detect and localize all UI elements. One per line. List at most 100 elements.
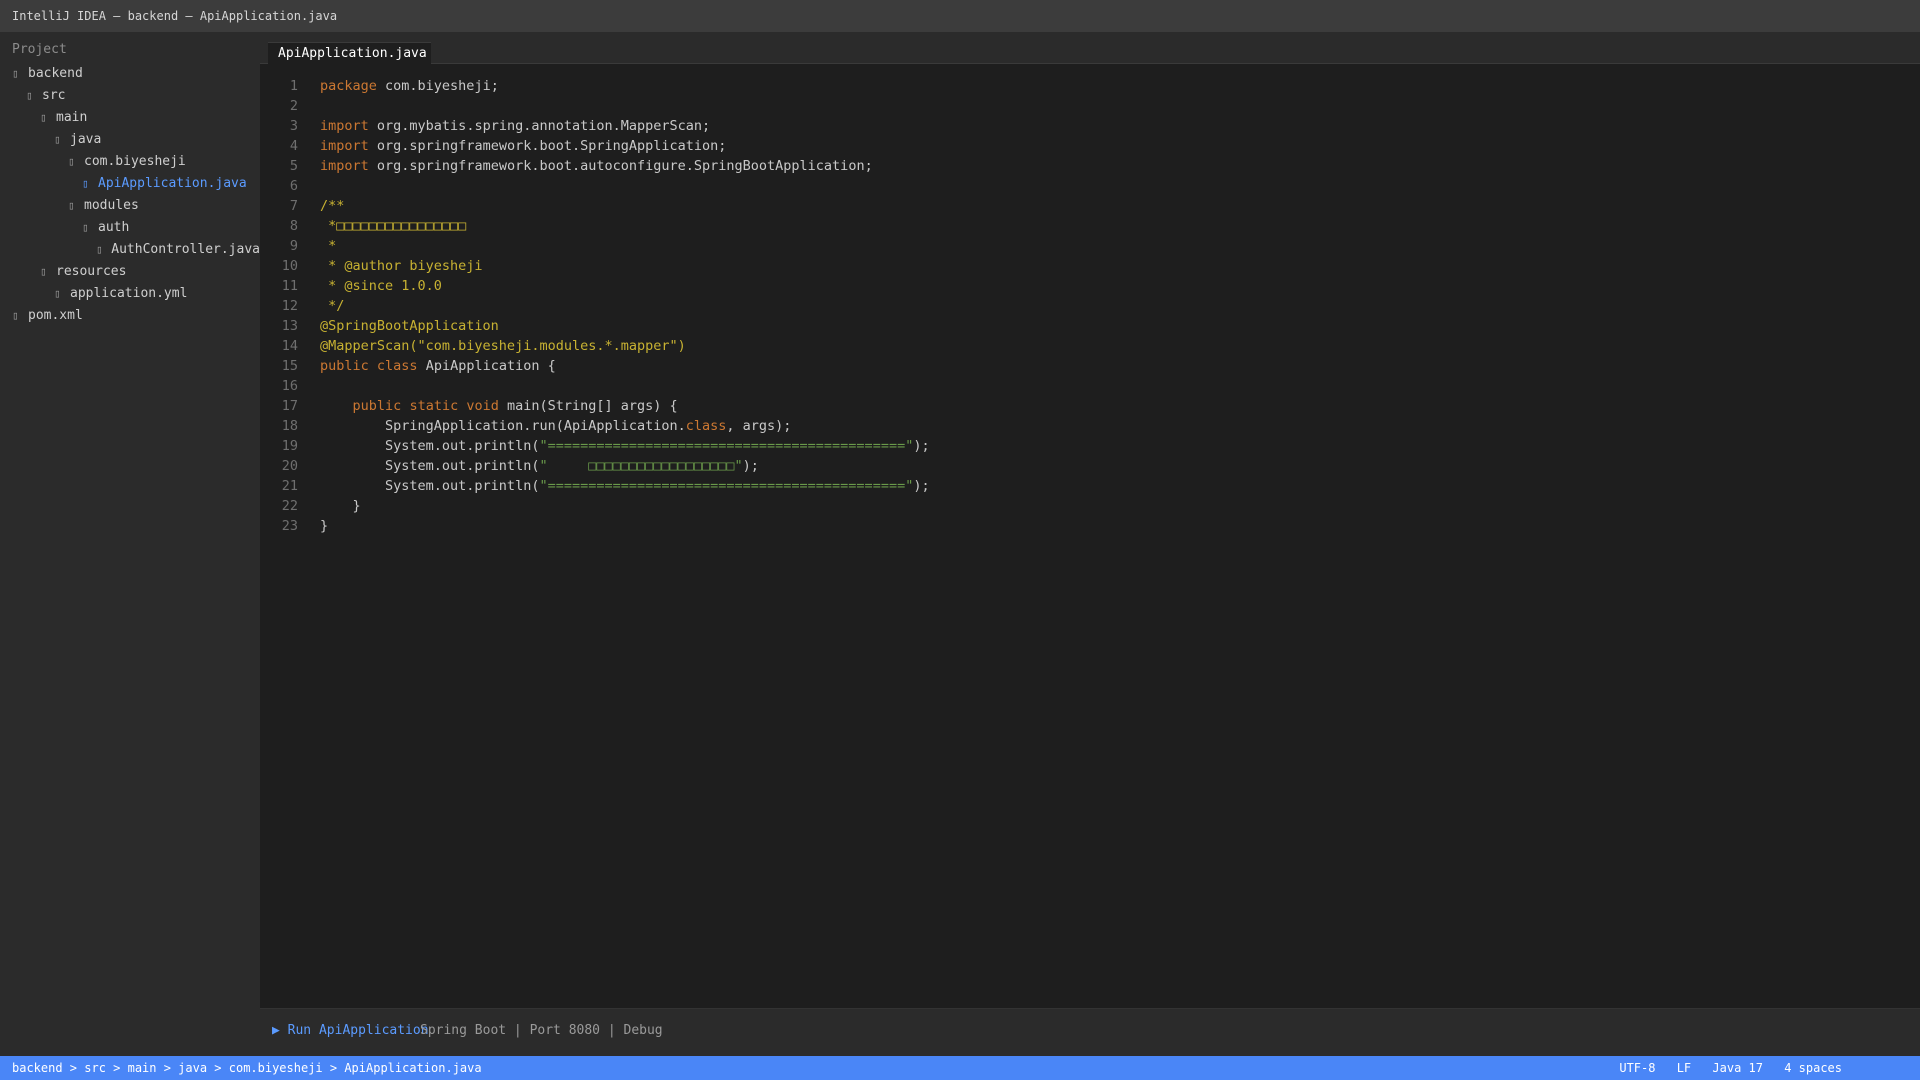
- line-content: System.out.println(" □□□□□□□□□□□□□□□□□□"…: [298, 456, 759, 476]
- code-token: System.out.println(: [320, 478, 540, 494]
- code-line[interactable]: 13 @SpringBootApplication: [260, 316, 1920, 336]
- code-line[interactable]: 16: [260, 376, 1920, 396]
- tree-item[interactable]: ▯ AuthController.java: [0, 239, 260, 261]
- breadcrumb[interactable]: backend > src > main > java > com.biyesh…: [12, 1056, 482, 1080]
- code-line[interactable]: 23}: [260, 516, 1920, 536]
- line-content: /**: [298, 196, 344, 216]
- line-content: [298, 176, 320, 196]
- tree-item[interactable]: ▯ backend: [0, 63, 260, 85]
- code-token: static: [409, 398, 459, 414]
- indent-indicator[interactable]: 4 spaces: [1784, 1061, 1842, 1075]
- code-line[interactable]: 14 @MapperScan("com.biyesheji.modules.*.m…: [260, 336, 1920, 356]
- java-file-icon: ▯: [96, 243, 103, 256]
- tree-item[interactable]: ▯ src: [0, 85, 260, 107]
- code-token: );: [742, 458, 759, 474]
- code-line[interactable]: 9 *: [260, 236, 1920, 256]
- tree-item[interactable]: ▯ java: [0, 129, 260, 151]
- line-content: System.out.println("====================…: [298, 436, 930, 456]
- folder-icon: ▯: [12, 67, 19, 80]
- code-token: @MapperScan("com.biyesheji.modules.*.map…: [320, 338, 686, 354]
- line-content: import org.mybatis.spring.annotation.Map…: [298, 116, 710, 136]
- line-number: 23: [281, 518, 298, 534]
- tree-item[interactable]: ▯ com.biyesheji: [0, 151, 260, 173]
- tree-item[interactable]: ▯ auth: [0, 217, 260, 239]
- tree-item-label: ApiApplication.java: [98, 176, 247, 191]
- line-content: [298, 376, 320, 396]
- status-bar: backend > src > main > java > com.biyesh…: [0, 1056, 1920, 1080]
- tree-item-label: auth: [98, 220, 130, 235]
- code-line[interactable]: 12 */: [260, 296, 1920, 316]
- code-line[interactable]: 22 }: [260, 496, 1920, 516]
- code-token: */: [320, 298, 345, 314]
- code-token: *□□□□□□□□□□□□□□□□: [320, 218, 467, 234]
- code-token: *: [320, 238, 337, 254]
- package-icon: ▯: [68, 155, 75, 168]
- line-content: public static void main(String[] args) {: [298, 396, 678, 416]
- tree-item[interactable]: ▯ main: [0, 107, 260, 129]
- code-token: class: [376, 358, 418, 374]
- folder-icon: ▯: [40, 265, 47, 278]
- code-line[interactable]: 21 System.out.println("=================…: [260, 476, 1920, 496]
- status-right: UTF-8 LF Java 17 4 spaces: [1605, 1056, 1842, 1080]
- window-title: IntelliJ IDEA — backend — ApiApplication…: [0, 0, 1920, 32]
- code-line[interactable]: 17 public static void main(String[] args…: [260, 396, 1920, 416]
- tree-item[interactable]: ▯ ApiApplication.java: [0, 173, 260, 195]
- code-token: @SpringBootApplication: [320, 318, 499, 334]
- run-info: Spring Boot | Port 8080 | Debug: [420, 1023, 663, 1038]
- tree-item-label: java: [70, 132, 102, 147]
- encoding-indicator[interactable]: UTF-8: [1619, 1061, 1655, 1075]
- line-number: 15: [281, 358, 298, 374]
- line-content: * @since 1.0.0: [298, 276, 442, 296]
- tree-item[interactable]: ▯ pom.xml: [0, 305, 260, 327]
- line-number: 20: [281, 458, 298, 474]
- code-token: com.biyesheji;: [376, 78, 499, 94]
- yaml-file-icon: ▯: [54, 287, 61, 300]
- code-token: package: [320, 78, 377, 94]
- code-line[interactable]: 1 package com.biyesheji;: [260, 76, 1920, 96]
- line-number: 3: [289, 118, 298, 134]
- code-line[interactable]: 2: [260, 96, 1920, 116]
- code-token: " □□□□□□□□□□□□□□□□□□": [539, 458, 743, 474]
- code-token: }: [320, 498, 361, 514]
- line-content: *□□□□□□□□□□□□□□□□: [298, 216, 466, 236]
- code-line[interactable]: 20 System.out.println(" □□□□□□□□□□□□□□□□…: [260, 456, 1920, 476]
- line-number: 21: [281, 478, 298, 494]
- code-line[interactable]: 7 /**: [260, 196, 1920, 216]
- code-line[interactable]: 3 import org.mybatis.spring.annotation.Ma…: [260, 116, 1920, 136]
- code-line[interactable]: 19 System.out.println("=================…: [260, 436, 1920, 456]
- line-content: public class ApiApplication {: [298, 356, 556, 376]
- code-token: org.springframework.boot.autoconfigure.S…: [368, 158, 873, 174]
- editor-area: ApiApplication.java 1 package com.biyeshe…: [260, 32, 1920, 1008]
- code-line[interactable]: 5 import org.springframework.boot.autocon…: [260, 156, 1920, 176]
- code-line[interactable]: 6: [260, 176, 1920, 196]
- line-number: 8: [289, 218, 298, 234]
- line-content: SpringApplication.run(ApiApplication.cla…: [298, 416, 791, 436]
- tree-item[interactable]: ▯ application.yml: [0, 283, 260, 305]
- line-number: 10: [281, 258, 298, 274]
- line-separator-indicator[interactable]: LF: [1677, 1061, 1691, 1075]
- java-file-icon: ▯: [82, 177, 89, 190]
- code-line[interactable]: 11 * @since 1.0.0: [260, 276, 1920, 296]
- code-line[interactable]: 15 public class ApiApplication {: [260, 356, 1920, 376]
- tree-item-label: main: [56, 110, 88, 125]
- line-content: import org.springframework.boot.SpringAp…: [298, 136, 726, 156]
- sdk-indicator[interactable]: Java 17: [1712, 1061, 1763, 1075]
- tree-item[interactable]: ▯ resources: [0, 261, 260, 283]
- tree-item[interactable]: ▯ modules: [0, 195, 260, 217]
- line-content: @SpringBootApplication: [298, 316, 499, 336]
- line-number: 9: [289, 238, 298, 254]
- line-content: }: [298, 496, 361, 516]
- folder-icon: ▯: [54, 133, 61, 146]
- code-line[interactable]: 10 * @author biyesheji: [260, 256, 1920, 276]
- tab-api-application[interactable]: ApiApplication.java: [268, 42, 431, 64]
- line-number: 4: [289, 138, 298, 154]
- sidebar-title: Project: [12, 42, 67, 57]
- project-tree: ▯ backend ▯ src ▯ main ▯ java ▯ com.biyesheji ▯ Api…: [0, 63, 260, 327]
- code-line[interactable]: 4 import org.springframework.boot.SpringA…: [260, 136, 1920, 156]
- code-editor[interactable]: 1 package com.biyesheji; 2 3 import org.myba…: [260, 76, 1920, 536]
- xml-file-icon: ▯: [12, 309, 19, 322]
- code-line[interactable]: 18 SpringApplication.run(ApiApplication.…: [260, 416, 1920, 436]
- code-token: org.springframework.boot.SpringApplicati…: [368, 138, 727, 154]
- run-button[interactable]: ▶ Run ApiApplication: [272, 1009, 429, 1053]
- code-line[interactable]: 8 *□□□□□□□□□□□□□□□□: [260, 216, 1920, 236]
